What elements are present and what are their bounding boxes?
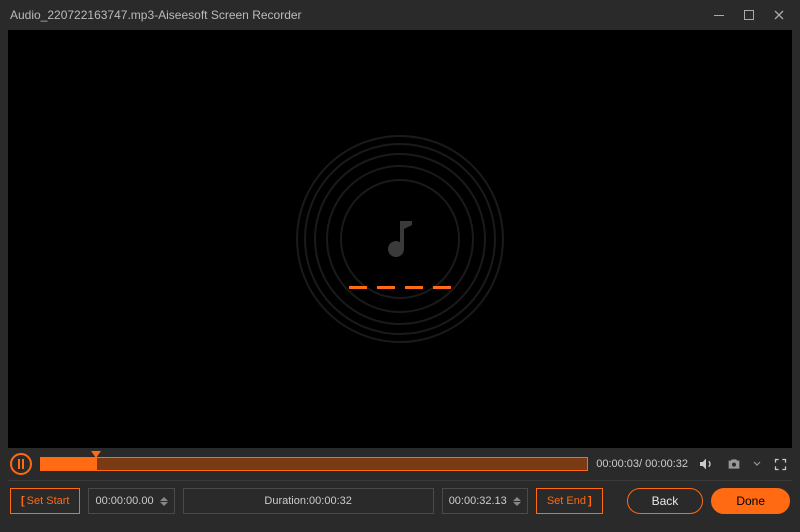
playback-bar: 00:00:03/ 00:00:32 xyxy=(0,448,800,480)
clip-bar: [ Set Start 00:00:00.00 Duration:00:00:3… xyxy=(0,481,800,521)
playback-time: 00:00:03/ 00:00:32 xyxy=(596,458,688,470)
duration-box: Duration:00:00:32 xyxy=(183,488,434,514)
fullscreen-button[interactable] xyxy=(770,454,790,474)
camera-icon xyxy=(726,456,742,472)
maximize-icon xyxy=(743,9,755,21)
pause-button[interactable] xyxy=(10,453,32,475)
title-app: Aiseesoft Screen Recorder xyxy=(158,8,301,22)
preview-viewport xyxy=(8,30,792,448)
snapshot-button[interactable] xyxy=(724,454,744,474)
fullscreen-icon xyxy=(773,457,788,472)
volume-button[interactable] xyxy=(696,454,716,474)
end-time-stepper[interactable] xyxy=(513,497,521,506)
titlebar: Audio_220722163747.mp3 - Aiseesoft Scree… xyxy=(0,0,800,30)
done-button[interactable]: Done xyxy=(711,488,790,514)
audio-visualizer xyxy=(295,134,505,344)
minimize-button[interactable] xyxy=(704,0,734,30)
snapshot-menu-button[interactable] xyxy=(752,454,762,474)
start-time-stepper[interactable] xyxy=(160,497,168,506)
end-time-value: 00:00:32.13 xyxy=(449,495,507,507)
set-end-label: Set End xyxy=(547,495,586,507)
title-filename: Audio_220722163747.mp3 xyxy=(10,8,154,22)
audio-level-dashes xyxy=(349,286,451,289)
set-start-label: Set Start xyxy=(27,495,70,507)
set-end-button[interactable]: Set End ] xyxy=(536,488,603,514)
maximize-button[interactable] xyxy=(734,0,764,30)
back-button[interactable]: Back xyxy=(627,488,704,514)
set-start-button[interactable]: [ Set Start xyxy=(10,488,80,514)
close-icon xyxy=(773,9,785,21)
end-time-field[interactable]: 00:00:32.13 xyxy=(442,488,528,514)
minimize-icon xyxy=(713,9,725,21)
close-button[interactable] xyxy=(764,0,794,30)
start-time-value: 00:00:00.00 xyxy=(95,495,153,507)
chevron-down-icon xyxy=(753,460,761,468)
volume-icon xyxy=(698,456,714,472)
seek-track[interactable] xyxy=(40,457,588,471)
start-time-field[interactable]: 00:00:00.00 xyxy=(88,488,174,514)
